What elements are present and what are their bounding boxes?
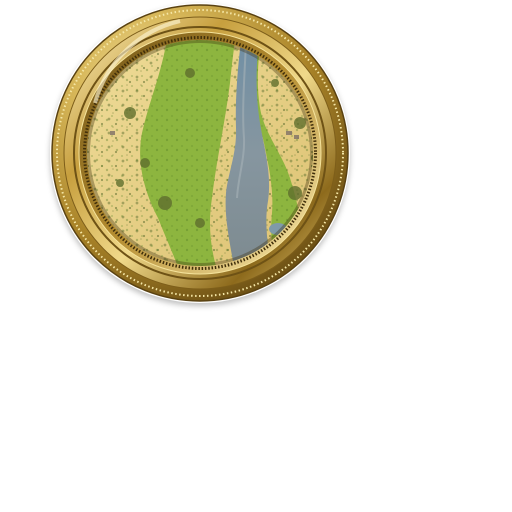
minimap[interactable] <box>50 3 350 303</box>
game-canvas <box>0 0 512 512</box>
minimap-frame <box>50 3 350 303</box>
